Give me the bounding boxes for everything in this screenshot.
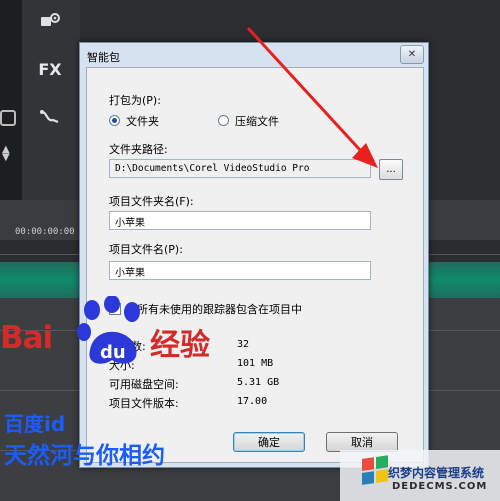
site-name-en: DEDECMS.COM [392,481,488,492]
annotation-arrow-icon [246,26,378,168]
baidu-watermark-text: Bai [0,320,53,356]
site-name-cn: 织梦内容管理系统 [388,466,485,480]
watermark-caption-line1: 百度id [4,412,66,436]
jingyan-watermark-text: 经验 [150,328,210,363]
watermark-caption-line2: 天然河与你相约 [4,443,165,469]
baidu-paw-logo-icon: du [77,296,140,364]
baidu-paw-text: du [100,342,126,363]
